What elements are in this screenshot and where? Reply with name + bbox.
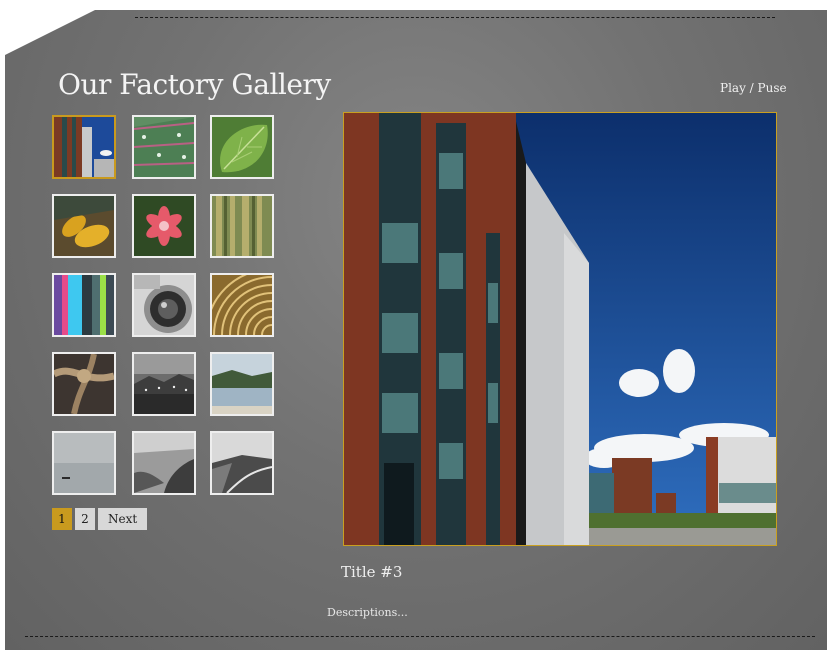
thumbnail-leaf-droplets[interactable] (132, 115, 196, 179)
next-button[interactable]: Next (98, 508, 148, 530)
thumbnail-bamboo[interactable] (210, 194, 274, 258)
bottom-divider (25, 636, 815, 637)
main-image[interactable] (343, 112, 777, 546)
thumbnail-coiled-wire[interactable] (210, 273, 274, 337)
top-divider (135, 17, 775, 18)
image-title: Title #3 (341, 563, 403, 581)
image-description: Descriptions... (327, 606, 408, 619)
thumbnail-rope-knot[interactable] (52, 352, 116, 416)
thumbnail-foggy-sea[interactable] (52, 431, 116, 495)
page-2-button[interactable]: 2 (75, 508, 95, 530)
thumbnail-camera-lens[interactable] (132, 273, 196, 337)
thumbnail-pink-flower[interactable] (132, 194, 196, 258)
thumbnail-green-leaf[interactable] (210, 115, 274, 179)
thumbnail-building[interactable] (52, 115, 116, 179)
thumbnail-color-stripes[interactable] (52, 273, 116, 337)
pagination: 1 2 Next (52, 508, 148, 530)
thumbnail-corn[interactable] (52, 194, 116, 258)
thumbnail-lake-landscape[interactable] (210, 352, 274, 416)
page-1-button[interactable]: 1 (52, 508, 72, 530)
play-pause-button[interactable]: Play / Puse (720, 81, 787, 95)
gallery-title: Our Factory Gallery (58, 68, 331, 101)
thumbnail-coastal-road[interactable] (210, 431, 274, 495)
thumbnail-rocky-coast[interactable] (132, 431, 196, 495)
thumbnail-harbor-night[interactable] (132, 352, 196, 416)
